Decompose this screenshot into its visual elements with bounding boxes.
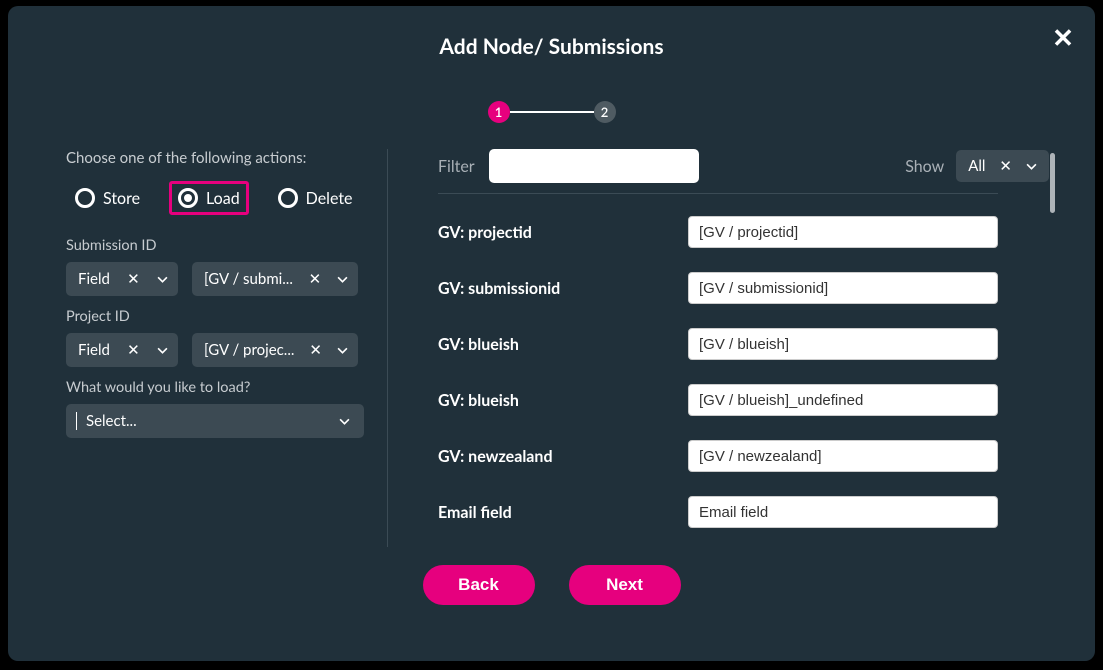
footer: Back Next [8,565,1095,605]
fields-list: GV: projectid GV: submissionid GV: bluei… [438,216,1049,528]
field-name: GV: projectid [438,223,688,242]
next-button[interactable]: Next [569,565,681,605]
action-radio-group: Store Load Delete [66,181,365,215]
chip-text: [GV / submi... [204,270,293,288]
stepper: 1 2 [8,101,1095,123]
load-prompt: What would you like to load? [66,379,365,396]
show-value: All [968,157,985,175]
radio-store-label: Store [103,189,140,208]
radio-icon [75,188,95,208]
chevron-down-icon [339,416,350,427]
scrollbar-thumb[interactable] [1050,153,1055,213]
show-select[interactable]: All ✕ [956,150,1049,182]
right-panel: Filter Show All ✕ GV: projectid [388,149,1049,547]
chevron-down-icon [337,274,348,285]
field-name: GV: newzealand [438,447,688,466]
divider [438,193,998,194]
filter-input[interactable] [489,149,699,183]
modal-dialog: ✕ Add Node/ Submissions 1 2 Choose one o… [8,6,1095,661]
radio-icon [278,188,298,208]
back-button[interactable]: Back [423,565,535,605]
chip-clear-icon[interactable]: ✕ [309,270,322,288]
field-name: Email field [438,503,688,522]
left-panel: Choose one of the following actions: Sto… [66,149,388,547]
chip-clear-icon[interactable]: ✕ [309,341,322,359]
field-name: GV: blueish [438,391,688,410]
project-id-label: Project ID [66,308,365,325]
show-label: Show [905,157,944,176]
chip-text: [GV / projec... [204,341,294,359]
radio-load[interactable]: Load [169,181,249,215]
step-connector [510,111,594,113]
select-placeholder: Select... [86,412,137,430]
chip-text: Field [78,270,110,288]
radio-dot-icon [184,194,192,202]
project-id-type-chip[interactable]: Field ✕ [66,333,178,367]
radio-delete[interactable]: Delete [269,181,362,215]
action-prompt: Choose one of the following actions: [66,149,365,167]
field-name: GV: submissionid [438,279,688,298]
radio-delete-label: Delete [306,189,353,208]
scrollbar[interactable] [1050,153,1055,553]
field-input[interactable] [688,384,998,416]
chevron-down-icon [157,274,168,285]
load-select[interactable]: Select... [66,404,364,438]
chip-clear-icon[interactable]: ✕ [999,157,1012,175]
chip-text: Field [78,341,110,359]
submission-id-value-chip[interactable]: [GV / submi... ✕ [192,262,358,296]
step-1[interactable]: 1 [488,101,510,123]
field-name: GV: blueish [438,335,688,354]
field-input[interactable] [688,328,998,360]
field-row: GV: submissionid [438,272,1049,304]
field-input[interactable] [688,216,998,248]
chevron-down-icon [337,345,348,356]
filter-label: Filter [438,157,475,176]
project-id-value-chip[interactable]: [GV / projec... ✕ [192,333,358,367]
chevron-down-icon [1026,161,1037,172]
field-input[interactable] [688,440,998,472]
field-input[interactable] [688,272,998,304]
submission-id-label: Submission ID [66,237,365,254]
modal-title: Add Node/ Submissions [8,6,1095,59]
radio-icon [178,188,198,208]
chevron-down-icon [157,345,168,356]
text-cursor [76,412,77,430]
close-icon[interactable]: ✕ [1051,26,1075,50]
submission-id-type-chip[interactable]: Field ✕ [66,262,178,296]
field-row: GV: projectid [438,216,1049,248]
radio-load-label: Load [206,189,240,208]
field-row: GV: newzealand [438,440,1049,472]
step-2[interactable]: 2 [594,101,616,123]
field-input[interactable] [688,496,998,528]
field-row: GV: blueish [438,328,1049,360]
radio-store[interactable]: Store [66,181,149,215]
field-row: GV: blueish [438,384,1049,416]
chip-clear-icon[interactable]: ✕ [127,341,140,359]
field-row: Email field [438,496,1049,528]
chip-clear-icon[interactable]: ✕ [127,270,140,288]
